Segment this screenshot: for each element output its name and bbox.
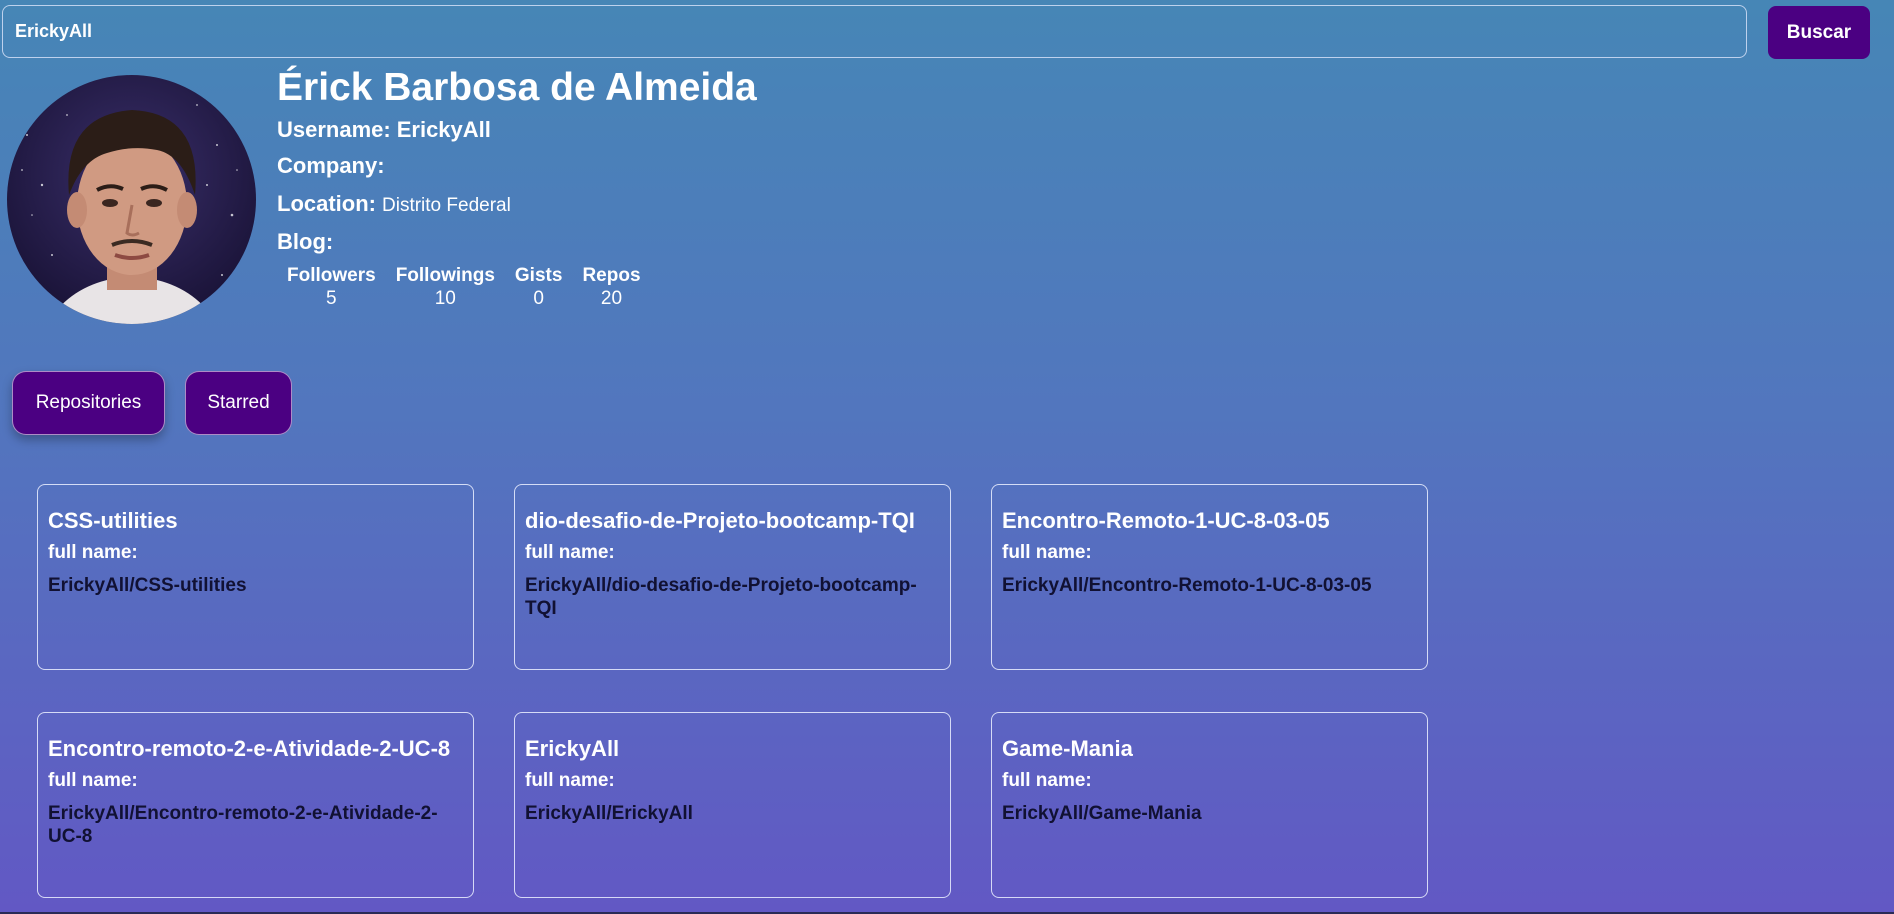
- repo-name: Encontro-Remoto-1-UC-8-03-05: [1002, 508, 1330, 533]
- tab-starred[interactable]: Starred: [185, 371, 292, 435]
- repo-full-name-label: full name:: [1002, 770, 1092, 791]
- stat-value: 5: [326, 288, 337, 309]
- profile-name: Érick Barbosa de Almeida: [277, 66, 757, 109]
- avatar: [7, 75, 256, 324]
- repo-name: CSS-utilities: [48, 508, 178, 533]
- repo-card[interactable]: ErickyAll full name: ErickyAll/ErickyAll: [514, 712, 951, 898]
- repo-name: Game-Mania: [1002, 736, 1133, 761]
- search-input[interactable]: [2, 5, 1747, 58]
- location-value: Distrito Federal: [382, 195, 511, 216]
- profile-stats: Followers 5 Followings 10 Gists 0 Repos …: [287, 265, 641, 311]
- repo-card[interactable]: Game-Mania full name: ErickyAll/Game-Man…: [991, 712, 1428, 898]
- repo-name: Encontro-remoto-2-e-Atividade-2-UC-8: [48, 736, 451, 761]
- stat-label: Repos: [582, 265, 641, 286]
- repo-full-name-label: full name:: [525, 542, 615, 563]
- repo-full-name: ErickyAll/CSS-utilities: [48, 575, 247, 596]
- avatar-image: [7, 75, 256, 324]
- stat-value: 10: [434, 288, 456, 309]
- repo-full-name-label: full name:: [525, 770, 615, 791]
- stat-repos: Repos 20: [582, 265, 640, 311]
- repo-full-name: ErickyAll/Game-Mania: [1002, 803, 1202, 824]
- profile-info: Érick Barbosa de Almeida Username: Ericky…: [277, 64, 757, 262]
- stat-followers: Followers 5: [287, 265, 376, 311]
- repo-name: ErickyAll: [525, 736, 620, 761]
- repo-card[interactable]: CSS-utilities full name: ErickyAll/CSS-u…: [37, 484, 474, 670]
- repo-name: dio-desafio-de-Projeto-bootcamp-TQI: [525, 508, 915, 533]
- stat-label: Gists: [514, 265, 563, 286]
- repo-card[interactable]: Encontro-Remoto-1-UC-8-03-05 full name: …: [991, 484, 1428, 670]
- repo-card[interactable]: dio-desafio-de-Projeto-bootcamp-TQI full…: [514, 484, 951, 670]
- repo-full-name-label: full name:: [1002, 542, 1092, 563]
- location-row: Location: Distrito Federal: [277, 186, 757, 224]
- stat-label: Followers: [287, 265, 376, 286]
- blog-label: Blog:: [277, 229, 334, 254]
- repo-full-name-label: full name:: [48, 770, 138, 791]
- username-row: Username: ErickyAll: [277, 112, 757, 148]
- stat-value: 20: [600, 288, 623, 309]
- tab-repositories[interactable]: Repositories: [12, 371, 165, 435]
- stat-followings: Followings 10: [396, 265, 495, 311]
- location-label: Location:: [277, 191, 376, 216]
- company-label: Company:: [277, 153, 385, 178]
- repo-full-name: ErickyAll/dio-desafio-de-Projeto-bootcam…: [525, 575, 917, 619]
- stat-value: 0: [533, 288, 544, 309]
- repo-full-name: ErickyAll/Encontro-Remoto-1-UC-8-03-05: [1002, 575, 1372, 596]
- repo-full-name: ErickyAll/Encontro-remoto-2-e-Atividade-…: [48, 803, 438, 847]
- blog-row: Blog:: [277, 224, 757, 262]
- repo-card[interactable]: Encontro-remoto-2-e-Atividade-2-UC-8 ful…: [37, 712, 474, 898]
- username-label: Username:: [277, 117, 391, 142]
- stat-label: Followings: [395, 265, 495, 286]
- username-value: ErickyAll: [396, 117, 491, 142]
- repo-full-name-label: full name:: [48, 542, 138, 563]
- repo-full-name: ErickyAll/ErickyAll: [525, 803, 693, 824]
- search-button[interactable]: Buscar: [1768, 6, 1870, 59]
- stat-gists: Gists 0: [515, 265, 563, 311]
- company-row: Company:: [277, 148, 757, 186]
